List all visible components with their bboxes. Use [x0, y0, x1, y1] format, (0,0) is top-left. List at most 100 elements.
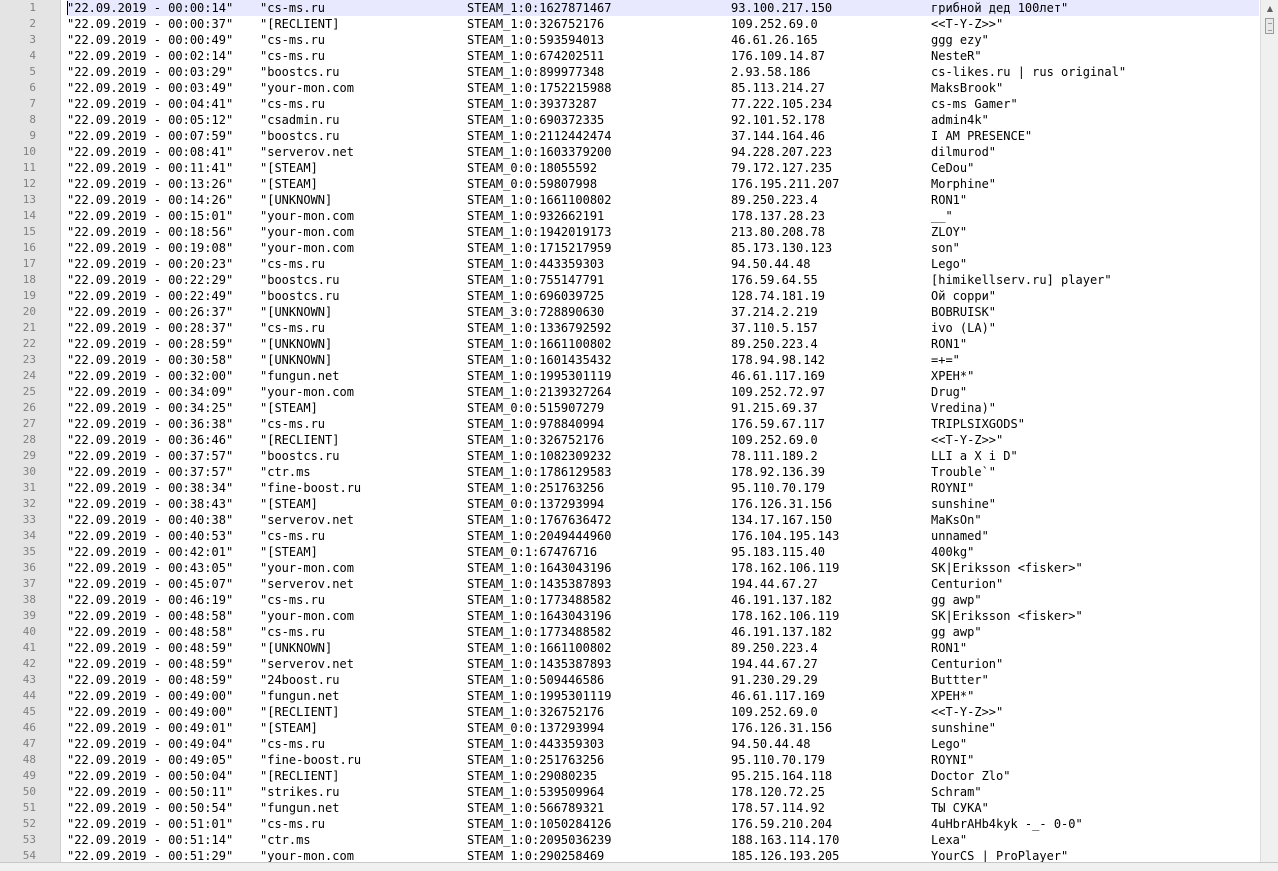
editor-line[interactable]: 5 "22.09.2019 - 00:03:29" "boostcs.ru STEAM… — [0, 64, 1260, 80]
editor-line[interactable]: 1 "22.09.2019 - 00:00:14" "cs-ms.ru STEAM_1… — [0, 0, 1260, 16]
editor-line[interactable]: 33 "22.09.2019 - 00:40:38" "serverov.net ST… — [0, 512, 1260, 528]
editor-line[interactable]: 8 "22.09.2019 - 00:05:12" "csadmin.ru STEAM… — [0, 112, 1260, 128]
editor-line[interactable]: 4 "22.09.2019 - 00:02:14" "cs-ms.ru STEAM_1… — [0, 48, 1260, 64]
log-source: "your-mon.com — [260, 225, 354, 239]
editor-line[interactable]: 7 "22.09.2019 - 00:04:41" "cs-ms.ru STEAM_1… — [0, 96, 1260, 112]
log-steam-id: STEAM_1:0:1643043196 — [467, 561, 612, 575]
log-player-name: <<T-Y-Z>>" — [931, 433, 1004, 447]
editor-line[interactable]: 34 "22.09.2019 - 00:40:53" "cs-ms.ru STEAM_… — [0, 528, 1260, 544]
line-text[interactable]: "22.09.2019 - 00:00:14" "cs-ms.ru STEAM_1:… — [67, 0, 1259, 16]
log-date: "22.09.2019 - 00:46:19" — [67, 593, 234, 607]
editor-line[interactable]: 37 "22.09.2019 - 00:45:07" "serverov.net ST… — [0, 576, 1260, 592]
editor-line[interactable]: 17 "22.09.2019 - 00:20:23" "cs-ms.ru STEAM_… — [0, 256, 1260, 272]
log-source: "fungun.net — [260, 689, 340, 703]
log-steam-id: STEAM_1:0:1601435432 — [467, 353, 612, 367]
vertical-scrollbar[interactable]: ▲ — [1260, 0, 1278, 862]
log-player-name: XPEH*" — [931, 689, 975, 703]
log-player-name: ggg ezy" — [931, 33, 989, 47]
log-ip-address: 95.183.115.40 — [731, 545, 825, 559]
editor-line[interactable]: 41 "22.09.2019 - 00:48:59" "[UNKNOWN] STEAM… — [0, 640, 1260, 656]
editor-line[interactable]: 10 "22.09.2019 - 00:08:41" "serverov.net ST… — [0, 144, 1260, 160]
log-ip-address: 176.109.14.87 — [731, 49, 825, 63]
log-source: "boostcs.ru — [260, 129, 340, 143]
editor-line[interactable]: 42 "22.09.2019 - 00:48:59" "serverov.net ST… — [0, 656, 1260, 672]
editor-line[interactable]: 43 "22.09.2019 - 00:48:59" "24boost.ru STEA… — [0, 672, 1260, 688]
editor-line[interactable]: 18 "22.09.2019 - 00:22:29" "boostcs.ru STEA… — [0, 272, 1260, 288]
editor-line[interactable]: 39 "22.09.2019 - 00:48:58" "your-mon.com ST… — [0, 608, 1260, 624]
editor-line[interactable]: 52 "22.09.2019 - 00:51:01" "cs-ms.ru STEAM_… — [0, 816, 1260, 832]
editor-line[interactable]: 9 "22.09.2019 - 00:07:59" "boostcs.ru STEAM… — [0, 128, 1260, 144]
editor-line[interactable]: 48 "22.09.2019 - 00:49:05" "fine-boost.ru S… — [0, 752, 1260, 768]
triangle-up-icon[interactable]: ▲ — [1261, 0, 1278, 17]
log-ip-address: 92.101.52.178 — [731, 113, 825, 127]
log-player-name: ROYNI" — [931, 481, 975, 495]
editor-line[interactable]: 32 "22.09.2019 - 00:38:43" "[STEAM] STEAM_0… — [0, 496, 1260, 512]
editor-line[interactable]: 21 "22.09.2019 - 00:28:37" "cs-ms.ru STEAM_… — [0, 320, 1260, 336]
editor-line[interactable]: 53 "22.09.2019 - 00:51:14" "ctr.ms STEAM_1:… — [0, 832, 1260, 848]
log-steam-id: STEAM_1:0:1773488582 — [467, 593, 612, 607]
editor-line[interactable]: 47 "22.09.2019 - 00:49:04" "cs-ms.ru STEAM_… — [0, 736, 1260, 752]
editor-lines[interactable]: 1 "22.09.2019 - 00:00:14" "cs-ms.ru STEAM_1… — [0, 0, 1260, 862]
editor-line[interactable]: 54 "22.09.2019 - 00:51:29" "your-mon.com ST… — [0, 848, 1260, 862]
editor-line[interactable]: 49 "22.09.2019 - 00:50:04" "[RECLIENT] STEA… — [0, 768, 1260, 784]
log-date: "22.09.2019 - 00:49:00" — [67, 689, 234, 703]
editor-line[interactable]: 23 "22.09.2019 - 00:30:58" "[UNKNOWN] STEAM… — [0, 352, 1260, 368]
log-player-name: cs-likes.ru | rus original" — [931, 65, 1127, 79]
log-player-name: RON1" — [931, 193, 968, 207]
editor-line[interactable]: 50 "22.09.2019 - 00:50:11" "strikes.ru STEA… — [0, 784, 1260, 800]
editor-line[interactable]: 20 "22.09.2019 - 00:26:37" "[UNKNOWN] STEAM… — [0, 304, 1260, 320]
log-steam-id: STEAM_1:0:1942019173 — [467, 225, 612, 239]
editor-line[interactable]: 40 "22.09.2019 - 00:48:58" "cs-ms.ru STEAM_… — [0, 624, 1260, 640]
editor-line[interactable]: 27 "22.09.2019 - 00:36:38" "cs-ms.ru STEAM_… — [0, 416, 1260, 432]
log-source: "serverov.net — [260, 577, 354, 591]
editor-line[interactable]: 2 "22.09.2019 - 00:00:37" "[RECLIENT] STEAM… — [0, 16, 1260, 32]
editor-line[interactable]: 44 "22.09.2019 - 00:49:00" "fungun.net STEA… — [0, 688, 1260, 704]
log-date: "22.09.2019 - 00:50:54" — [67, 801, 234, 815]
editor-line[interactable]: 16 "22.09.2019 - 00:19:08" "your-mon.com ST… — [0, 240, 1260, 256]
log-ip-address: 91.230.29.29 — [731, 673, 818, 687]
log-ip-address: 89.250.223.4 — [731, 641, 818, 655]
editor-line[interactable]: 45 "22.09.2019 - 00:49:00" "[RECLIENT] STEA… — [0, 704, 1260, 720]
log-source: "[RECLIENT] — [260, 705, 340, 719]
editor-line[interactable]: 13 "22.09.2019 - 00:14:26" "[UNKNOWN] STEAM… — [0, 192, 1260, 208]
editor-line[interactable]: 3 "22.09.2019 - 00:00:49" "cs-ms.ru STEAM_1… — [0, 32, 1260, 48]
text-editor[interactable]: 1 "22.09.2019 - 00:00:14" "cs-ms.ru STEAM_1… — [0, 0, 1278, 862]
log-date: "22.09.2019 - 00:51:29" — [67, 849, 234, 862]
log-date: "22.09.2019 - 00:02:14" — [67, 49, 234, 63]
log-player-name: [himikellserv.ru] player" — [931, 273, 1112, 287]
editor-line[interactable]: 38 "22.09.2019 - 00:46:19" "cs-ms.ru STEAM_… — [0, 592, 1260, 608]
editor-line[interactable]: 24 "22.09.2019 - 00:32:00" "fungun.net STEA… — [0, 368, 1260, 384]
editor-line[interactable]: 22 "22.09.2019 - 00:28:59" "[UNKNOWN] STEAM… — [0, 336, 1260, 352]
editor-line[interactable]: 14 "22.09.2019 - 00:15:01" "your-mon.com ST… — [0, 208, 1260, 224]
log-ip-address: 109.252.69.0 — [731, 433, 818, 447]
editor-line[interactable]: 25 "22.09.2019 - 00:34:09" "your-mon.com ST… — [0, 384, 1260, 400]
log-player-name: gg awp" — [931, 593, 982, 607]
log-date: "22.09.2019 - 00:22:29" — [67, 273, 234, 287]
editor-line[interactable]: 46 "22.09.2019 - 00:49:01" "[STEAM] STEAM_0… — [0, 720, 1260, 736]
log-source: "serverov.net — [260, 513, 354, 527]
editor-line[interactable]: 15 "22.09.2019 - 00:18:56" "your-mon.com ST… — [0, 224, 1260, 240]
line-number: 24 — [22, 369, 36, 382]
editor-line[interactable]: 28 "22.09.2019 - 00:36:46" "[RECLIENT] STEA… — [0, 432, 1260, 448]
editor-line[interactable]: 35 "22.09.2019 - 00:42:01" "[STEAM] STEAM_0… — [0, 544, 1260, 560]
editor-line[interactable]: 29 "22.09.2019 - 00:37:57" "boostcs.ru STEA… — [0, 448, 1260, 464]
log-source: "[UNKNOWN] — [260, 193, 333, 207]
editor-line[interactable]: 26 "22.09.2019 - 00:34:25" "[STEAM] STEAM_0… — [0, 400, 1260, 416]
log-ip-address: 94.228.207.223 — [731, 145, 833, 159]
editor-line[interactable]: 30 "22.09.2019 - 00:37:57" "ctr.ms STEAM_1:… — [0, 464, 1260, 480]
editor-line[interactable]: 11 "22.09.2019 - 00:11:41" "[STEAM] STEAM_0… — [0, 160, 1260, 176]
log-player-name: son" — [931, 241, 960, 255]
editor-line[interactable]: 51 "22.09.2019 - 00:50:54" "fungun.net STEA… — [0, 800, 1260, 816]
log-date: "22.09.2019 - 00:15:01" — [67, 209, 234, 223]
editor-line[interactable]: 19 "22.09.2019 - 00:22:49" "boostcs.ru STEA… — [0, 288, 1260, 304]
editor-line[interactable]: 36 "22.09.2019 - 00:43:05" "your-mon.com ST… — [0, 560, 1260, 576]
log-ip-address: 134.17.167.150 — [731, 513, 833, 527]
log-source: "[STEAM] — [260, 497, 318, 511]
log-date: "22.09.2019 - 00:49:05" — [67, 753, 234, 767]
editor-line[interactable]: 31 "22.09.2019 - 00:38:34" "fine-boost.ru S… — [0, 480, 1260, 496]
editor-line[interactable]: 12 "22.09.2019 - 00:13:26" "[STEAM] STEAM_0… — [0, 176, 1260, 192]
line-number: 20 — [22, 305, 36, 318]
scrollbar-thumb[interactable] — [1265, 18, 1274, 34]
editor-line[interactable]: 6 "22.09.2019 - 00:03:49" "your-mon.com STE… — [0, 80, 1260, 96]
line-number: 16 — [22, 241, 36, 254]
